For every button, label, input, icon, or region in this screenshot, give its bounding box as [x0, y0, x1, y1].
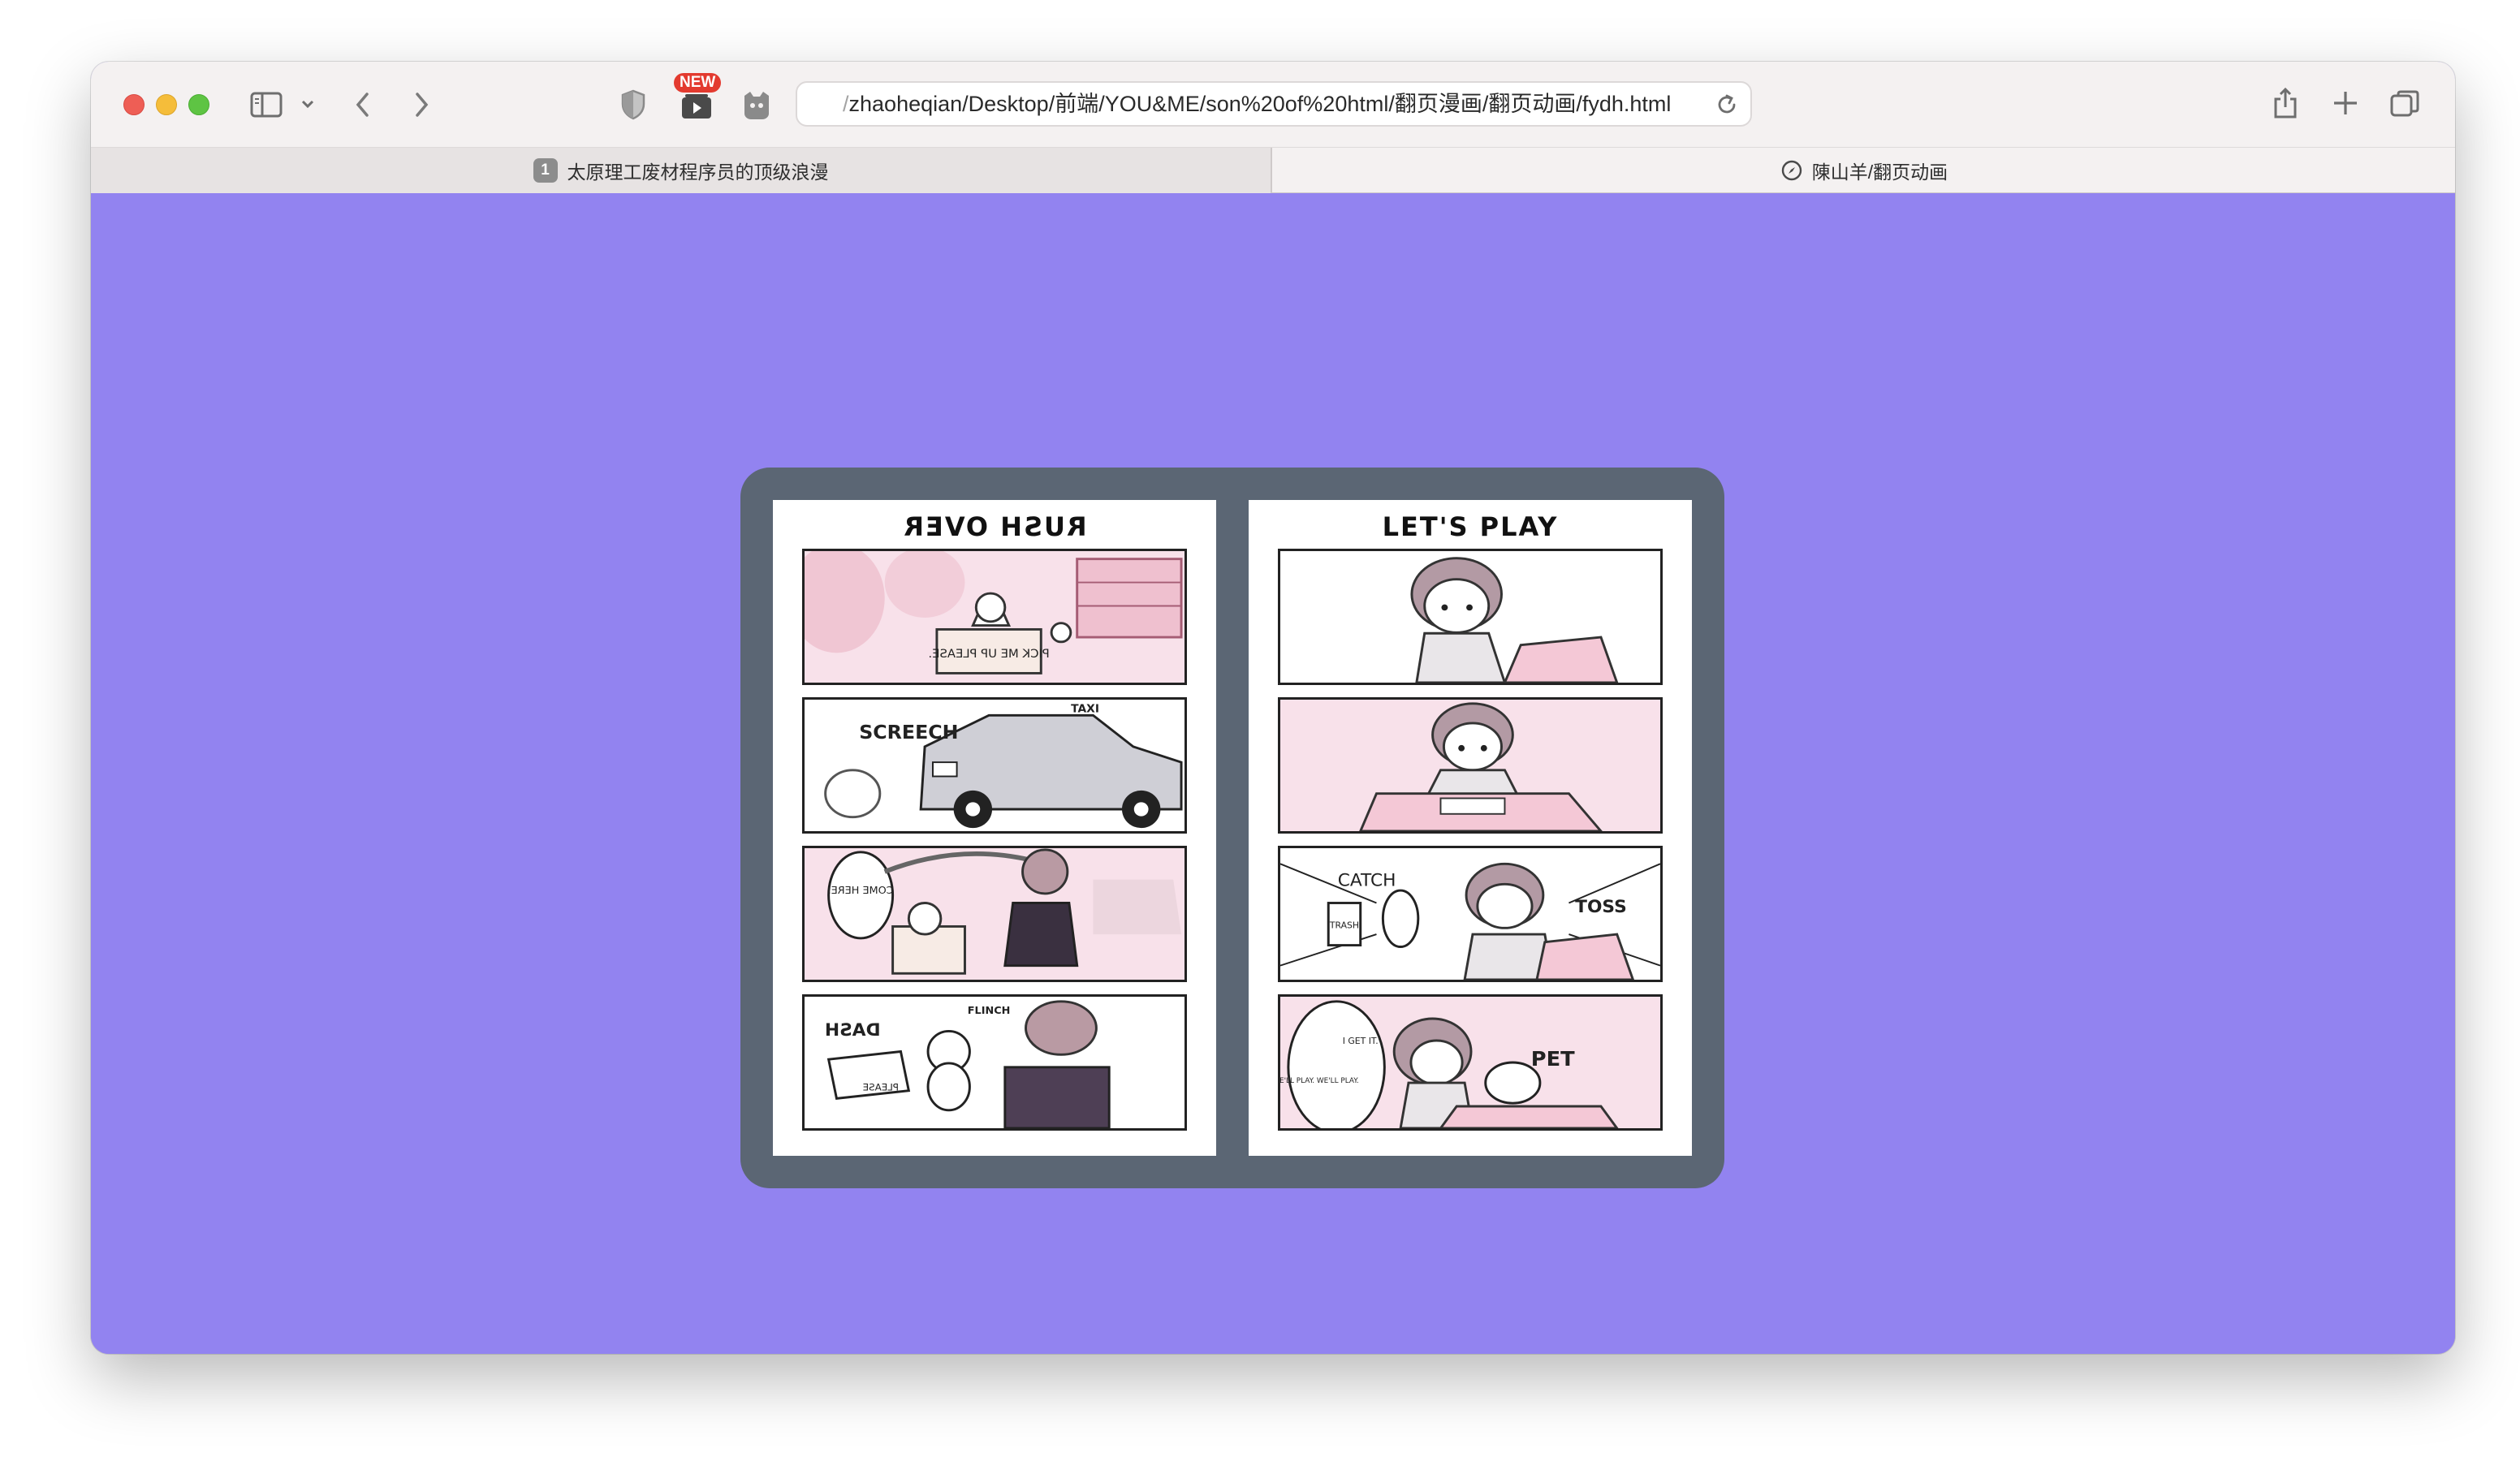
panel-sfx-3: TRASH — [1329, 920, 1359, 930]
panel-sfx: CATCH — [1338, 871, 1396, 891]
panel-sfx-2: TAXI — [1071, 703, 1099, 716]
new-tab-icon[interactable] — [2332, 89, 2359, 117]
comic-panel: PICK ME UP PLEASE. — [802, 549, 1187, 685]
comic-panel — [1278, 549, 1663, 685]
page-title-rush-over: RUSH OVER — [902, 511, 1087, 542]
sidebar-icon[interactable] — [250, 91, 283, 119]
minimize-window-button[interactable] — [156, 94, 177, 115]
panel-sfx: COME HERE. — [828, 884, 894, 896]
share-icon[interactable] — [2272, 86, 2299, 120]
tab-flip-animation[interactable]: 陳山羊/翻页动画 — [1274, 148, 2455, 193]
comic-panel: SCREECH TAXI — [802, 697, 1187, 834]
comic-page-right[interactable]: LET'S PLAY CATCH TOSS TRASH PET I GET IT… — [1249, 500, 1692, 1156]
url-text[interactable]: /zhaoheqian/Desktop/前端/YOU&ME/son%20of%2… — [843, 83, 1671, 125]
close-window-button[interactable] — [123, 94, 145, 115]
panel-sfx: PET — [1531, 1046, 1576, 1071]
reload-icon[interactable] — [1715, 93, 1739, 121]
page-title-lets-play: LET'S PLAY — [1382, 511, 1559, 542]
panel-sfx: DASH — [825, 1020, 881, 1041]
panel-sfx-2: I GET IT. — [1343, 1036, 1379, 1046]
compass-icon — [1781, 160, 1802, 181]
page-content: RUSH OVER PICK ME UP PLEASE. SCREECH TAX… — [91, 193, 2455, 1354]
tab-overview-icon[interactable] — [2388, 88, 2421, 120]
back-icon[interactable] — [354, 91, 372, 119]
forward-icon[interactable] — [412, 91, 430, 119]
tab-number-badge: 1 — [533, 158, 558, 183]
comic-panel: PET I GET IT. WE'LL PLAY. WE'LL PLAY. — [1278, 994, 1663, 1131]
panel-sfx: SCREECH — [859, 721, 958, 743]
flip-book[interactable]: RUSH OVER PICK ME UP PLEASE. SCREECH TAX… — [740, 468, 1724, 1188]
comic-panel: CATCH TOSS TRASH — [1278, 846, 1663, 982]
tab-label: 太原理工废材程序员的顶级浪漫 — [567, 162, 829, 183]
panel-sfx-3: PLEASE — [863, 1082, 899, 1093]
tab-label: 陳山羊/翻页动画 — [1811, 162, 1948, 183]
panel-sfx-3: WE'LL PLAY. WE'LL PLAY. — [1280, 1077, 1359, 1085]
zoom-window-button[interactable] — [188, 94, 209, 115]
comic-panel: DASH FLINCH PLEASE — [802, 994, 1187, 1131]
panel-sfx-2: FLINCH — [968, 1004, 1011, 1016]
browser-window: NEW /zhaoheqian/Desktop/前端/YOU&ME/son%20… — [91, 62, 2455, 1354]
comic-page-left[interactable]: RUSH OVER PICK ME UP PLEASE. SCREECH TAX… — [773, 500, 1216, 1156]
panel-sfx: PICK ME UP PLEASE. — [928, 647, 1049, 661]
tab-bar: 1 太原理工废材程序员的顶级浪漫 陳山羊/翻页动画 — [91, 148, 2455, 193]
shield-icon[interactable] — [620, 89, 646, 120]
comic-panel — [1278, 697, 1663, 834]
chevron-down-icon[interactable] — [300, 99, 315, 109]
new-badge: NEW — [674, 73, 722, 93]
media-icon[interactable] — [679, 89, 714, 122]
browser-toolbar: NEW /zhaoheqian/Desktop/前端/YOU&ME/son%20… — [91, 62, 2455, 148]
extension-icon[interactable] — [740, 89, 773, 122]
tab-manga[interactable]: 1 太原理工废材程序员的顶级浪漫 — [91, 148, 1272, 193]
comic-panel: COME HERE. — [802, 846, 1187, 982]
url-prefix: / — [843, 92, 849, 116]
panel-sfx-2: TOSS — [1575, 897, 1627, 917]
address-bar[interactable]: /zhaoheqian/Desktop/前端/YOU&ME/son%20of%2… — [796, 81, 1752, 127]
url-main: zhaoheqian/Desktop/前端/YOU&ME/son%20of%20… — [848, 92, 1672, 116]
